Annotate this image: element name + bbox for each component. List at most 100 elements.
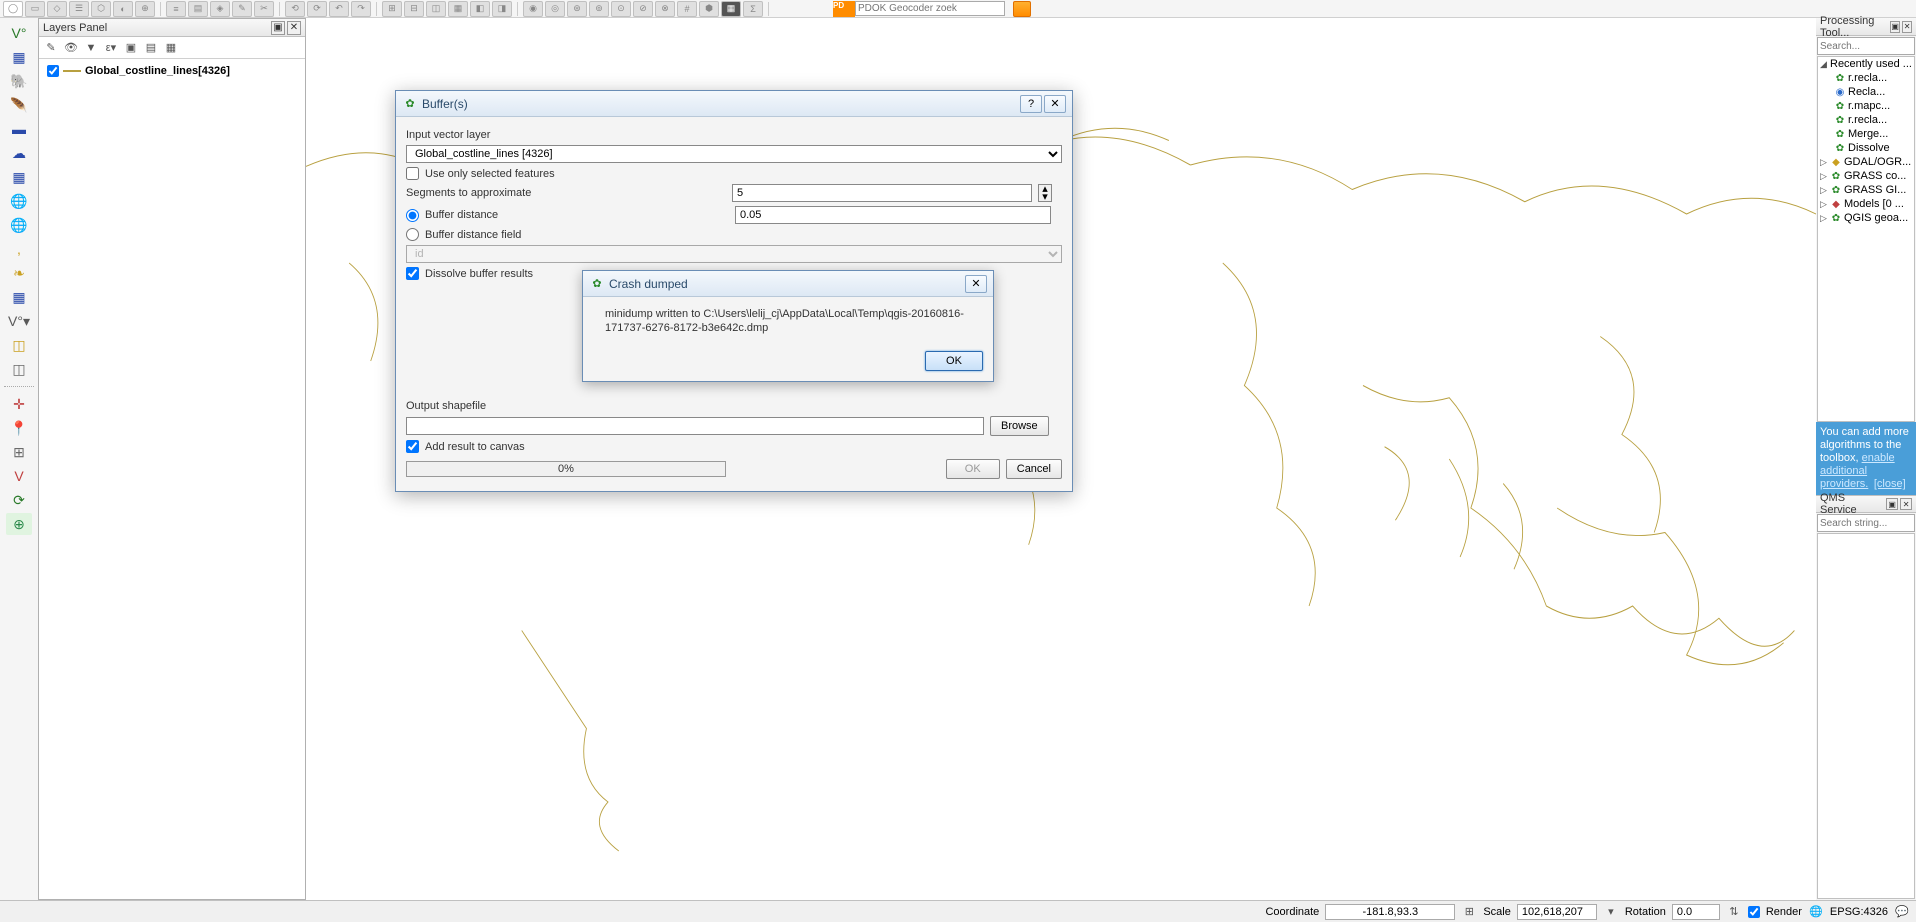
rotation-input[interactable] <box>1672 904 1720 920</box>
virtual-icon[interactable]: ◫ <box>6 358 32 380</box>
pdok-icon[interactable]: PD <box>833 1 855 17</box>
panel-undock-button[interactable]: ▣ <box>271 21 285 35</box>
add-mssql-icon[interactable]: ▬ <box>6 118 32 140</box>
tool-icon[interactable]: ⊗ <box>655 1 675 17</box>
add-delimited-icon[interactable]: , <box>6 238 32 260</box>
segments-spinner[interactable]: ▴▾ <box>1038 184 1052 202</box>
oracle-icon[interactable]: ◫ <box>6 334 32 356</box>
tool-icon[interactable]: ▦ <box>448 1 468 17</box>
tool-icon[interactable]: ⊕ <box>135 1 155 17</box>
tree-item[interactable]: ✿r.recla... <box>1818 113 1914 127</box>
tree-item[interactable]: ✿r.recla... <box>1818 71 1914 85</box>
close-button[interactable]: ✕ <box>1044 95 1066 113</box>
crs-icon[interactable]: 🌐 <box>1808 904 1824 920</box>
layer-row[interactable]: Global_costline_lines[4326] <box>43 63 301 79</box>
tool-icon[interactable]: ◉ <box>523 1 543 17</box>
add-group-icon[interactable]: 👁 <box>63 40 79 56</box>
tree-node[interactable]: ▷✿GRASS co... <box>1818 169 1914 183</box>
plugin-icon[interactable]: ⟳ <box>6 489 32 511</box>
pdok-search-button[interactable] <box>1013 1 1031 17</box>
remove-icon[interactable]: ▦ <box>163 40 179 56</box>
messages-icon[interactable]: 💬 <box>1894 904 1910 920</box>
tool-icon[interactable]: ✂ <box>254 1 274 17</box>
buffer-distance-input[interactable] <box>735 206 1051 224</box>
osm-icon[interactable]: V <box>6 465 32 487</box>
tool-icon[interactable]: ◯ <box>3 1 23 17</box>
help-button[interactable]: ? <box>1020 95 1042 113</box>
pdok-geocoder-input[interactable] <box>855 1 1005 16</box>
tool-icon[interactable]: ✎ <box>232 1 252 17</box>
collapse-icon[interactable]: ▤ <box>143 40 159 56</box>
tool-icon[interactable]: ▦ <box>721 1 741 17</box>
add-vector-icon[interactable]: V° <box>6 22 32 44</box>
tree-item[interactable]: ✿Dissolve <box>1818 141 1914 155</box>
expression-icon[interactable]: ε▾ <box>103 40 119 56</box>
scale-dropdown-icon[interactable]: ▾ <box>1603 904 1619 920</box>
new-gpx-icon[interactable]: V°▾ <box>6 310 32 332</box>
close-hint-link[interactable]: [close] <box>1874 478 1906 490</box>
add-wfs-icon[interactable]: 🌐 <box>6 190 32 212</box>
tool-icon[interactable]: ⟲ <box>285 1 305 17</box>
tool-icon[interactable]: # <box>677 1 697 17</box>
coordinate-input[interactable] <box>1325 904 1455 920</box>
add-csv-icon[interactable]: 🌐 <box>6 214 32 236</box>
qms-search-input[interactable] <box>1817 514 1915 532</box>
tool-icon[interactable]: Σ <box>743 1 763 17</box>
extents-toggle-icon[interactable]: ⊞ <box>1461 904 1477 920</box>
tree-node[interactable]: ▷✿GRASS GI... <box>1818 183 1914 197</box>
tree-item[interactable]: ✿Merge... <box>1818 127 1914 141</box>
rotation-spinner-icon[interactable]: ⇅ <box>1726 904 1742 920</box>
crash-dialog-titlebar[interactable]: ✿ Crash dumped ✕ <box>583 271 993 297</box>
tool-icon[interactable]: ◈ <box>210 1 230 17</box>
tool-icon[interactable]: ▭ <box>25 1 45 17</box>
filter-icon[interactable]: ▼ <box>83 40 99 56</box>
add-postgis-icon[interactable]: 🐘 <box>6 70 32 92</box>
tool-icon[interactable]: ↷ <box>351 1 371 17</box>
add-canvas-checkbox[interactable] <box>406 440 419 453</box>
tool-icon[interactable]: ↶ <box>329 1 349 17</box>
qms-icon[interactable]: ⊕ <box>6 513 32 535</box>
browse-button[interactable]: Browse <box>990 416 1049 436</box>
dissolve-checkbox[interactable] <box>406 267 419 280</box>
close-button[interactable]: ✕ <box>965 275 987 293</box>
gps-icon[interactable]: 📍 <box>6 417 32 439</box>
layer-visibility-checkbox[interactable] <box>47 65 59 77</box>
expand-icon[interactable]: ▣ <box>123 40 139 56</box>
output-path-input[interactable] <box>406 417 984 435</box>
buffer-dialog-titlebar[interactable]: ✿ Buffer(s) ? ✕ <box>396 91 1072 117</box>
scale-input[interactable] <box>1517 904 1597 920</box>
tool-icon[interactable]: ⊞ <box>382 1 402 17</box>
metasearch-icon[interactable]: ⊞ <box>6 441 32 463</box>
tree-item[interactable]: ✿r.mapc... <box>1818 99 1914 113</box>
tree-item[interactable]: ◉Recla... <box>1818 85 1914 99</box>
use-selected-checkbox[interactable] <box>406 167 419 180</box>
tool-icon[interactable]: ⟳ <box>307 1 327 17</box>
add-wcs-icon[interactable]: ▦ <box>6 166 32 188</box>
tool-icon[interactable]: ⊛ <box>567 1 587 17</box>
buffer-distance-radio[interactable] <box>406 209 419 222</box>
tree-node[interactable]: ▷◆GDAL/OGR... <box>1818 155 1914 169</box>
buffer-field-radio[interactable] <box>406 228 419 241</box>
tool-icon[interactable]: ≡ <box>166 1 186 17</box>
tool-icon[interactable]: ◨ <box>492 1 512 17</box>
tool-icon[interactable]: ⊚ <box>589 1 609 17</box>
panel-close-button[interactable]: ✕ <box>1900 498 1912 510</box>
tool-icon[interactable]: ⬢ <box>699 1 719 17</box>
input-layer-select[interactable]: Global_costline_lines [4326] <box>406 145 1062 163</box>
tool-icon[interactable]: ☰ <box>69 1 89 17</box>
render-checkbox[interactable] <box>1748 906 1760 918</box>
style-icon[interactable]: ✎ <box>43 40 59 56</box>
add-spatialite-icon[interactable]: 🪶 <box>6 94 32 116</box>
panel-close-button[interactable]: ✕ <box>287 21 301 35</box>
crash-ok-button[interactable]: OK <box>925 351 983 371</box>
processing-search-input[interactable] <box>1817 37 1915 55</box>
cancel-button[interactable]: Cancel <box>1006 459 1062 479</box>
add-wms-icon[interactable]: ☁ <box>6 142 32 164</box>
tree-node[interactable]: ▷◆Models [0 ... <box>1818 197 1914 211</box>
tool-icon[interactable]: ◎ <box>545 1 565 17</box>
tool-icon[interactable]: ⊙ <box>611 1 631 17</box>
panel-undock-button[interactable]: ▣ <box>1890 21 1900 33</box>
tool-icon[interactable]: ◫ <box>426 1 446 17</box>
tool-icon[interactable]: ⊘ <box>633 1 653 17</box>
panel-close-button[interactable]: ✕ <box>1902 21 1912 33</box>
